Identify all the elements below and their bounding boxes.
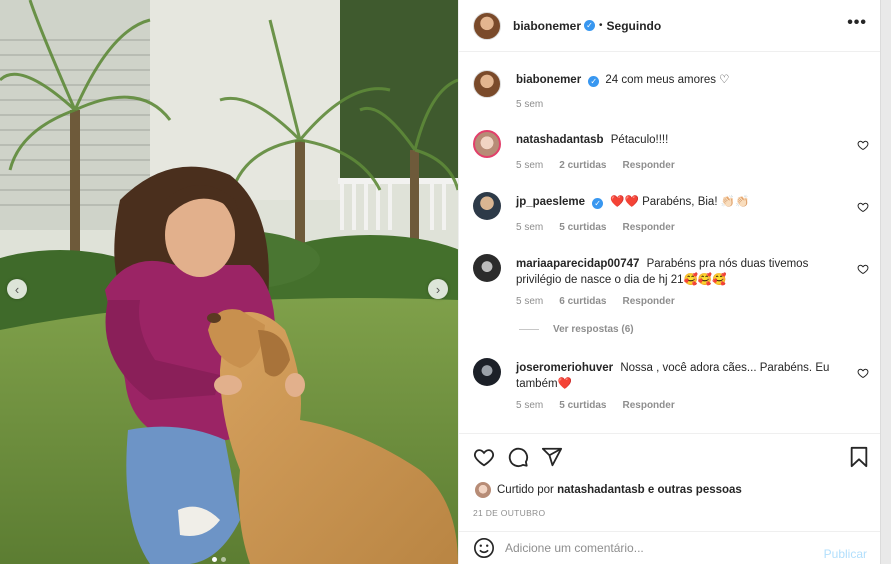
liked-by-others[interactable]: e outras pessoas bbox=[648, 484, 742, 496]
comment-composer: Publicar bbox=[459, 531, 881, 564]
like-comment-heart-icon[interactable] bbox=[857, 201, 869, 213]
comment-time: 5 sem bbox=[516, 160, 544, 171]
comment-icon[interactable] bbox=[507, 446, 529, 468]
caption-username[interactable]: biabonemer bbox=[516, 74, 581, 86]
commenter-avatar[interactable] bbox=[473, 254, 501, 282]
like-comment-heart-icon[interactable] bbox=[857, 139, 869, 151]
replies-divider-line bbox=[519, 329, 539, 330]
comment-input[interactable] bbox=[505, 541, 805, 555]
emoji-icon[interactable] bbox=[473, 537, 495, 559]
comment-meta: 5 sem 2 curtidas Responder bbox=[516, 160, 675, 171]
comment-username[interactable]: joseromeriohuver bbox=[516, 362, 613, 374]
view-replies-button[interactable]: Ver respostas (6) bbox=[519, 324, 634, 335]
owner-username[interactable]: biabonemer bbox=[513, 19, 581, 33]
more-options-button[interactable]: ••• bbox=[847, 14, 867, 32]
caption-time: 5 sem bbox=[516, 99, 544, 110]
verified-badge-icon: ✓ bbox=[588, 76, 600, 87]
owner-avatar[interactable] bbox=[473, 70, 501, 98]
reply-button[interactable]: Responder bbox=[622, 296, 674, 307]
comment-username[interactable]: jp_paesleme bbox=[516, 196, 585, 208]
commenter-avatar[interactable] bbox=[473, 192, 501, 220]
comment-likes-link[interactable]: 2 curtidas bbox=[559, 160, 606, 171]
comments-list: biabonemer ✓ 24 com meus amores ♡ 5 sem n… bbox=[459, 53, 881, 433]
comment-item: mariaaparecidap00747 Parabéns pra nós du… bbox=[473, 254, 869, 316]
caption-text: 24 com meus amores ♡ bbox=[605, 74, 730, 86]
comment-time: 5 sem bbox=[516, 222, 544, 233]
more-icon: ••• bbox=[847, 14, 867, 31]
previous-photo-button[interactable]: ‹ bbox=[7, 279, 27, 299]
owner-avatar[interactable] bbox=[473, 11, 501, 40]
comment-meta: 5 sem 5 curtidas Responder bbox=[516, 222, 675, 233]
chevron-right-icon: › bbox=[435, 281, 441, 297]
follow-status-button[interactable]: Seguindo bbox=[607, 19, 662, 33]
comment-meta: 5 sem 5 curtidas Responder bbox=[516, 400, 675, 411]
comment-item: joseromeriohuver Nossa , você adora cães… bbox=[473, 358, 869, 420]
comment-body: mariaaparecidap00747 Parabéns pra nós du… bbox=[516, 256, 834, 288]
post-actions: Curtido por natashadantasb e outras pess… bbox=[459, 433, 881, 531]
page-scroll-edge bbox=[880, 0, 891, 564]
comment-likes-link[interactable]: 5 curtidas bbox=[559, 400, 606, 411]
reply-button[interactable]: Responder bbox=[622, 222, 674, 233]
comment-likes-link[interactable]: 5 curtidas bbox=[559, 222, 606, 233]
comment-body: natashadantasb Pétaculo!!!! bbox=[516, 132, 834, 148]
comment-username[interactable]: mariaaparecidap00747 bbox=[516, 258, 639, 270]
like-comment-heart-icon[interactable] bbox=[857, 367, 869, 379]
comment-text: Pétaculo!!!! bbox=[610, 134, 669, 146]
comment-likes-link[interactable]: 6 curtidas bbox=[559, 296, 606, 307]
verified-badge-icon: ✓ bbox=[592, 198, 604, 209]
post-header: biabonemer ✓ • Seguindo ••• bbox=[459, 0, 881, 52]
photo-illustration bbox=[0, 0, 458, 564]
post-photo: ‹ › bbox=[0, 0, 458, 564]
commenter-avatar[interactable] bbox=[473, 358, 501, 386]
separator-dot: • bbox=[599, 20, 603, 31]
comment-body: jp_paesleme ✓ ❤️❤️ Parabéns, Bia! 👏🏻👏🏻 bbox=[516, 194, 834, 210]
commenter-avatar[interactable] bbox=[473, 130, 501, 158]
bookmark-icon[interactable] bbox=[849, 446, 869, 468]
verified-badge-icon: ✓ bbox=[584, 20, 596, 31]
comment-body: joseromeriohuver Nossa , você adora cães… bbox=[516, 360, 834, 392]
next-photo-button[interactable]: › bbox=[428, 279, 448, 299]
post-details-panel: biabonemer ✓ • Seguindo ••• biabonemer ✓ … bbox=[458, 0, 881, 564]
carousel-dot bbox=[221, 557, 226, 562]
comment-item: jp_paesleme ✓ ❤️❤️ Parabéns, Bia! 👏🏻👏🏻 5 … bbox=[473, 192, 869, 240]
caption-meta: 5 sem bbox=[516, 99, 543, 110]
view-replies-label: Ver respostas (6) bbox=[553, 324, 634, 335]
instagram-post-modal: ‹ › biabonemer ✓ • Seguindo ••• biabonem… bbox=[0, 0, 891, 564]
carousel-dots bbox=[212, 557, 226, 562]
reply-button[interactable]: Responder bbox=[622, 160, 674, 171]
comment-username[interactable]: natashadantasb bbox=[516, 134, 604, 146]
post-date[interactable]: 21 DE OUTUBRO bbox=[473, 508, 545, 518]
caption-body: biabonemer ✓ 24 com meus amores ♡ bbox=[516, 72, 834, 88]
publish-button[interactable]: Publicar bbox=[824, 547, 867, 561]
comment-time: 5 sem bbox=[516, 400, 544, 411]
like-comment-heart-icon[interactable] bbox=[857, 263, 869, 275]
liked-by-user[interactable]: natashadantasb bbox=[557, 484, 645, 496]
carousel-dot-active bbox=[212, 557, 217, 562]
heart-icon[interactable] bbox=[473, 446, 495, 468]
liked-by: Curtido por natashadantasb e outras pess… bbox=[475, 482, 742, 498]
reply-button[interactable]: Responder bbox=[622, 400, 674, 411]
comment-time: 5 sem bbox=[516, 296, 544, 307]
liked-by-prefix: Curtido por bbox=[497, 484, 554, 496]
comment-item: natashadantasb Pétaculo!!!! 5 sem 2 curt… bbox=[473, 130, 869, 178]
comment-meta: 5 sem 6 curtidas Responder bbox=[516, 296, 675, 307]
share-icon[interactable] bbox=[541, 446, 563, 468]
liker-avatar[interactable] bbox=[475, 482, 491, 498]
post-caption: biabonemer ✓ 24 com meus amores ♡ 5 sem bbox=[473, 70, 869, 120]
chevron-left-icon: ‹ bbox=[14, 281, 20, 297]
comment-text: ❤️❤️ Parabéns, Bia! 👏🏻👏🏻 bbox=[610, 196, 750, 208]
